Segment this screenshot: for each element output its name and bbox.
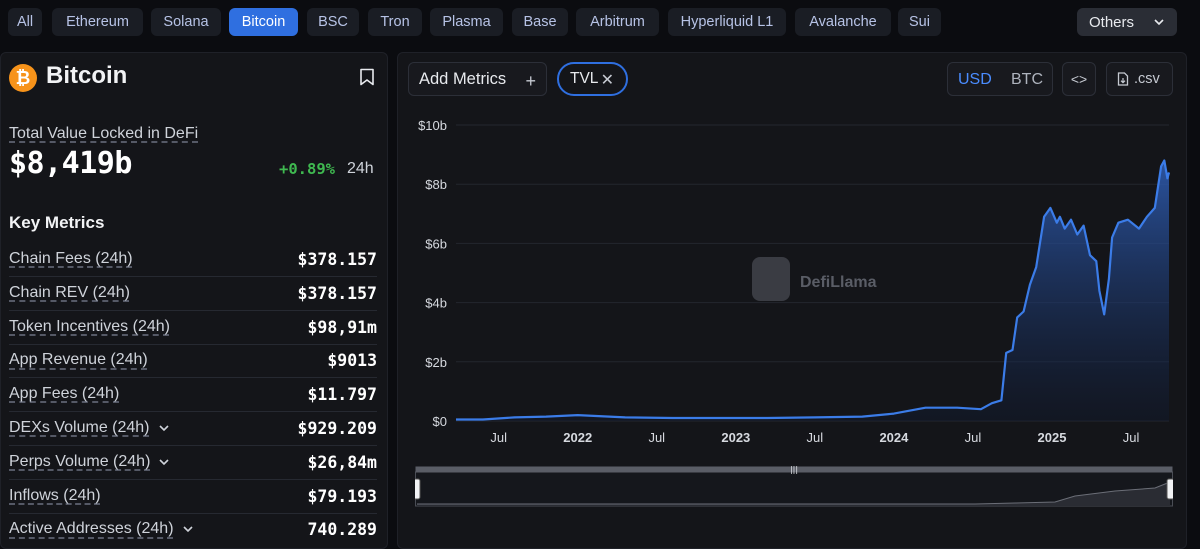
x-tick-label: 2024: [879, 430, 909, 445]
y-tick-label: $10b: [418, 118, 447, 133]
tab-ethereum[interactable]: Ethereum: [52, 8, 143, 36]
metric-value: $378.157: [297, 250, 377, 269]
tab-tron[interactable]: Tron: [368, 8, 422, 36]
x-tick-label: Jul: [648, 430, 665, 445]
range-handle-right[interactable]: [1166, 478, 1173, 500]
metric-label-text: Inflows (24h): [9, 486, 101, 504]
metric-row: Active Addresses (24h) 740.289: [9, 513, 377, 547]
chevron-down-icon[interactable]: [182, 523, 194, 535]
metric-row: Chain REV (24h) $378.157: [9, 277, 377, 311]
code-icon: <>: [1070, 71, 1088, 87]
bitcoin-logo-icon: ₿: [9, 64, 37, 92]
tab-arbitrum[interactable]: Arbitrum: [576, 8, 659, 36]
csv-download-button[interactable]: .csv: [1106, 62, 1173, 96]
embed-button[interactable]: <>: [1062, 62, 1096, 96]
metric-value: $98,91m: [307, 317, 377, 337]
metric-value: $929.209: [297, 419, 377, 438]
tvl-chip-label: TVL: [570, 70, 599, 87]
range-handle-left[interactable]: [415, 478, 421, 500]
x-tick-label: 2025: [1038, 430, 1067, 445]
x-tick-label: 2023: [721, 430, 750, 445]
key-metrics-heading: Key Metrics: [9, 213, 105, 232]
y-tick-label: $8b: [425, 177, 447, 192]
metric-label[interactable]: Perps Volume (24h): [9, 453, 170, 471]
x-tick-label: 2022: [563, 430, 592, 445]
tvl-change: +0.89%: [279, 160, 335, 178]
metric-row: Token Incentives (24h) $98,91m: [9, 311, 377, 345]
close-icon[interactable]: ✕: [601, 70, 614, 90]
metric-row: App Revenue (24h) $9013: [9, 344, 377, 379]
chain-title: Bitcoin: [46, 62, 128, 89]
metric-row: Perps Volume (24h) $26,84m: [9, 446, 377, 480]
metric-row: Inflows (24h) $79.193: [9, 480, 377, 514]
tab-bitcoin[interactable]: Bitcoin: [229, 8, 298, 36]
metric-value: $11.797: [307, 385, 377, 405]
currency-btc-button[interactable]: BTC: [1011, 71, 1043, 89]
y-tick-label: $6b: [425, 236, 447, 251]
metric-label-text: App Fees (24h): [9, 385, 120, 403]
metric-value: $26,84m: [307, 452, 377, 472]
grip-icon[interactable]: |||: [790, 466, 798, 474]
metric-label[interactable]: Active Addresses (24h): [9, 520, 194, 538]
chevron-down-icon: [1154, 19, 1164, 26]
currency-usd-button[interactable]: USD: [958, 71, 992, 89]
x-tick-label: Jul: [1123, 430, 1140, 445]
metric-label[interactable]: Chain Fees (24h): [9, 250, 133, 268]
metric-label[interactable]: DEXs Volume (24h): [9, 419, 170, 437]
tvl-label[interactable]: Total Value Locked in DeFi: [9, 125, 198, 143]
metric-value: $79.193: [307, 486, 377, 506]
y-tick-label: $0: [433, 414, 447, 429]
metric-value: $378.157: [297, 283, 377, 303]
metric-label[interactable]: App Fees (24h): [9, 385, 119, 403]
tvl-metric-chip[interactable]: TVL ✕: [557, 62, 628, 96]
tvl-chart[interactable]: $0 $2b $4b $6b $8b $10b Jul 2022 Jul 2023 Jul 2024 J…: [400, 110, 1185, 450]
metric-label[interactable]: Token Incentives (24h): [9, 318, 170, 336]
x-tick-label: Jul: [807, 430, 824, 445]
tab-base[interactable]: Base: [512, 8, 568, 36]
metric-label-text: Chain REV (24h): [9, 283, 130, 301]
defillama-logo-icon: [752, 257, 790, 301]
metric-label-text: App Revenue (24h): [9, 351, 148, 369]
file-download-icon: [1117, 72, 1129, 86]
x-tick-label: Jul: [965, 430, 982, 445]
metric-label-text: Perps Volume (24h): [9, 452, 151, 470]
metric-label-text: Token Incentives (24h): [9, 317, 170, 335]
tab-avalanche[interactable]: Avalanche: [795, 8, 891, 36]
add-metrics-button[interactable]: Add Metrics +: [408, 62, 547, 96]
add-metrics-label: Add Metrics: [419, 69, 507, 88]
tab-hyperliquid-l1[interactable]: Hyperliquid L1: [668, 8, 786, 36]
plus-icon: +: [525, 71, 536, 91]
tab-plasma[interactable]: Plasma: [430, 8, 503, 36]
y-tick-label: $2b: [425, 355, 447, 370]
tvl-period: 24h: [347, 160, 374, 177]
csv-label: .csv: [1134, 71, 1160, 87]
chain-tabs: All Ethereum Solana Bitcoin BSC Tron Plasma Bas…: [0, 0, 1200, 44]
metric-row: DEXs Volume (24h) $929.209: [9, 412, 377, 446]
watermark-text: DefiLlama: [800, 274, 877, 291]
chart-range-slider[interactable]: |||: [415, 466, 1173, 507]
others-dropdown[interactable]: Others: [1077, 8, 1177, 36]
y-tick-label: $4b: [425, 296, 447, 311]
metric-row: Chain Fees (24h) $378.157: [9, 243, 377, 277]
tab-all[interactable]: All: [8, 8, 42, 36]
tab-bsc[interactable]: BSC: [307, 8, 359, 36]
tab-solana[interactable]: Solana: [151, 8, 221, 36]
others-label: Others: [1089, 13, 1135, 31]
currency-toggle: USD BTC: [947, 62, 1053, 96]
tab-sui[interactable]: Sui: [898, 8, 941, 36]
metric-row: App Fees (24h) $11.797: [9, 378, 377, 413]
chevron-down-icon[interactable]: [158, 456, 170, 468]
metric-label-text: Active Addresses (24h): [9, 520, 174, 538]
metric-label-text: Chain Fees (24h): [9, 250, 133, 267]
metric-label[interactable]: Inflows (24h): [9, 487, 101, 505]
metric-value: 740.289: [307, 520, 377, 540]
tvl-value: $8,419b: [9, 146, 132, 181]
metric-value: $9013: [327, 351, 377, 371]
metric-label-text: DEXs Volume (24h): [9, 419, 150, 436]
bookmark-icon[interactable]: [359, 68, 375, 86]
metric-label[interactable]: Chain REV (24h): [9, 284, 130, 302]
x-tick-label: Jul: [490, 430, 507, 445]
metric-label[interactable]: App Revenue (24h): [9, 351, 148, 369]
chevron-down-icon[interactable]: [158, 422, 170, 434]
